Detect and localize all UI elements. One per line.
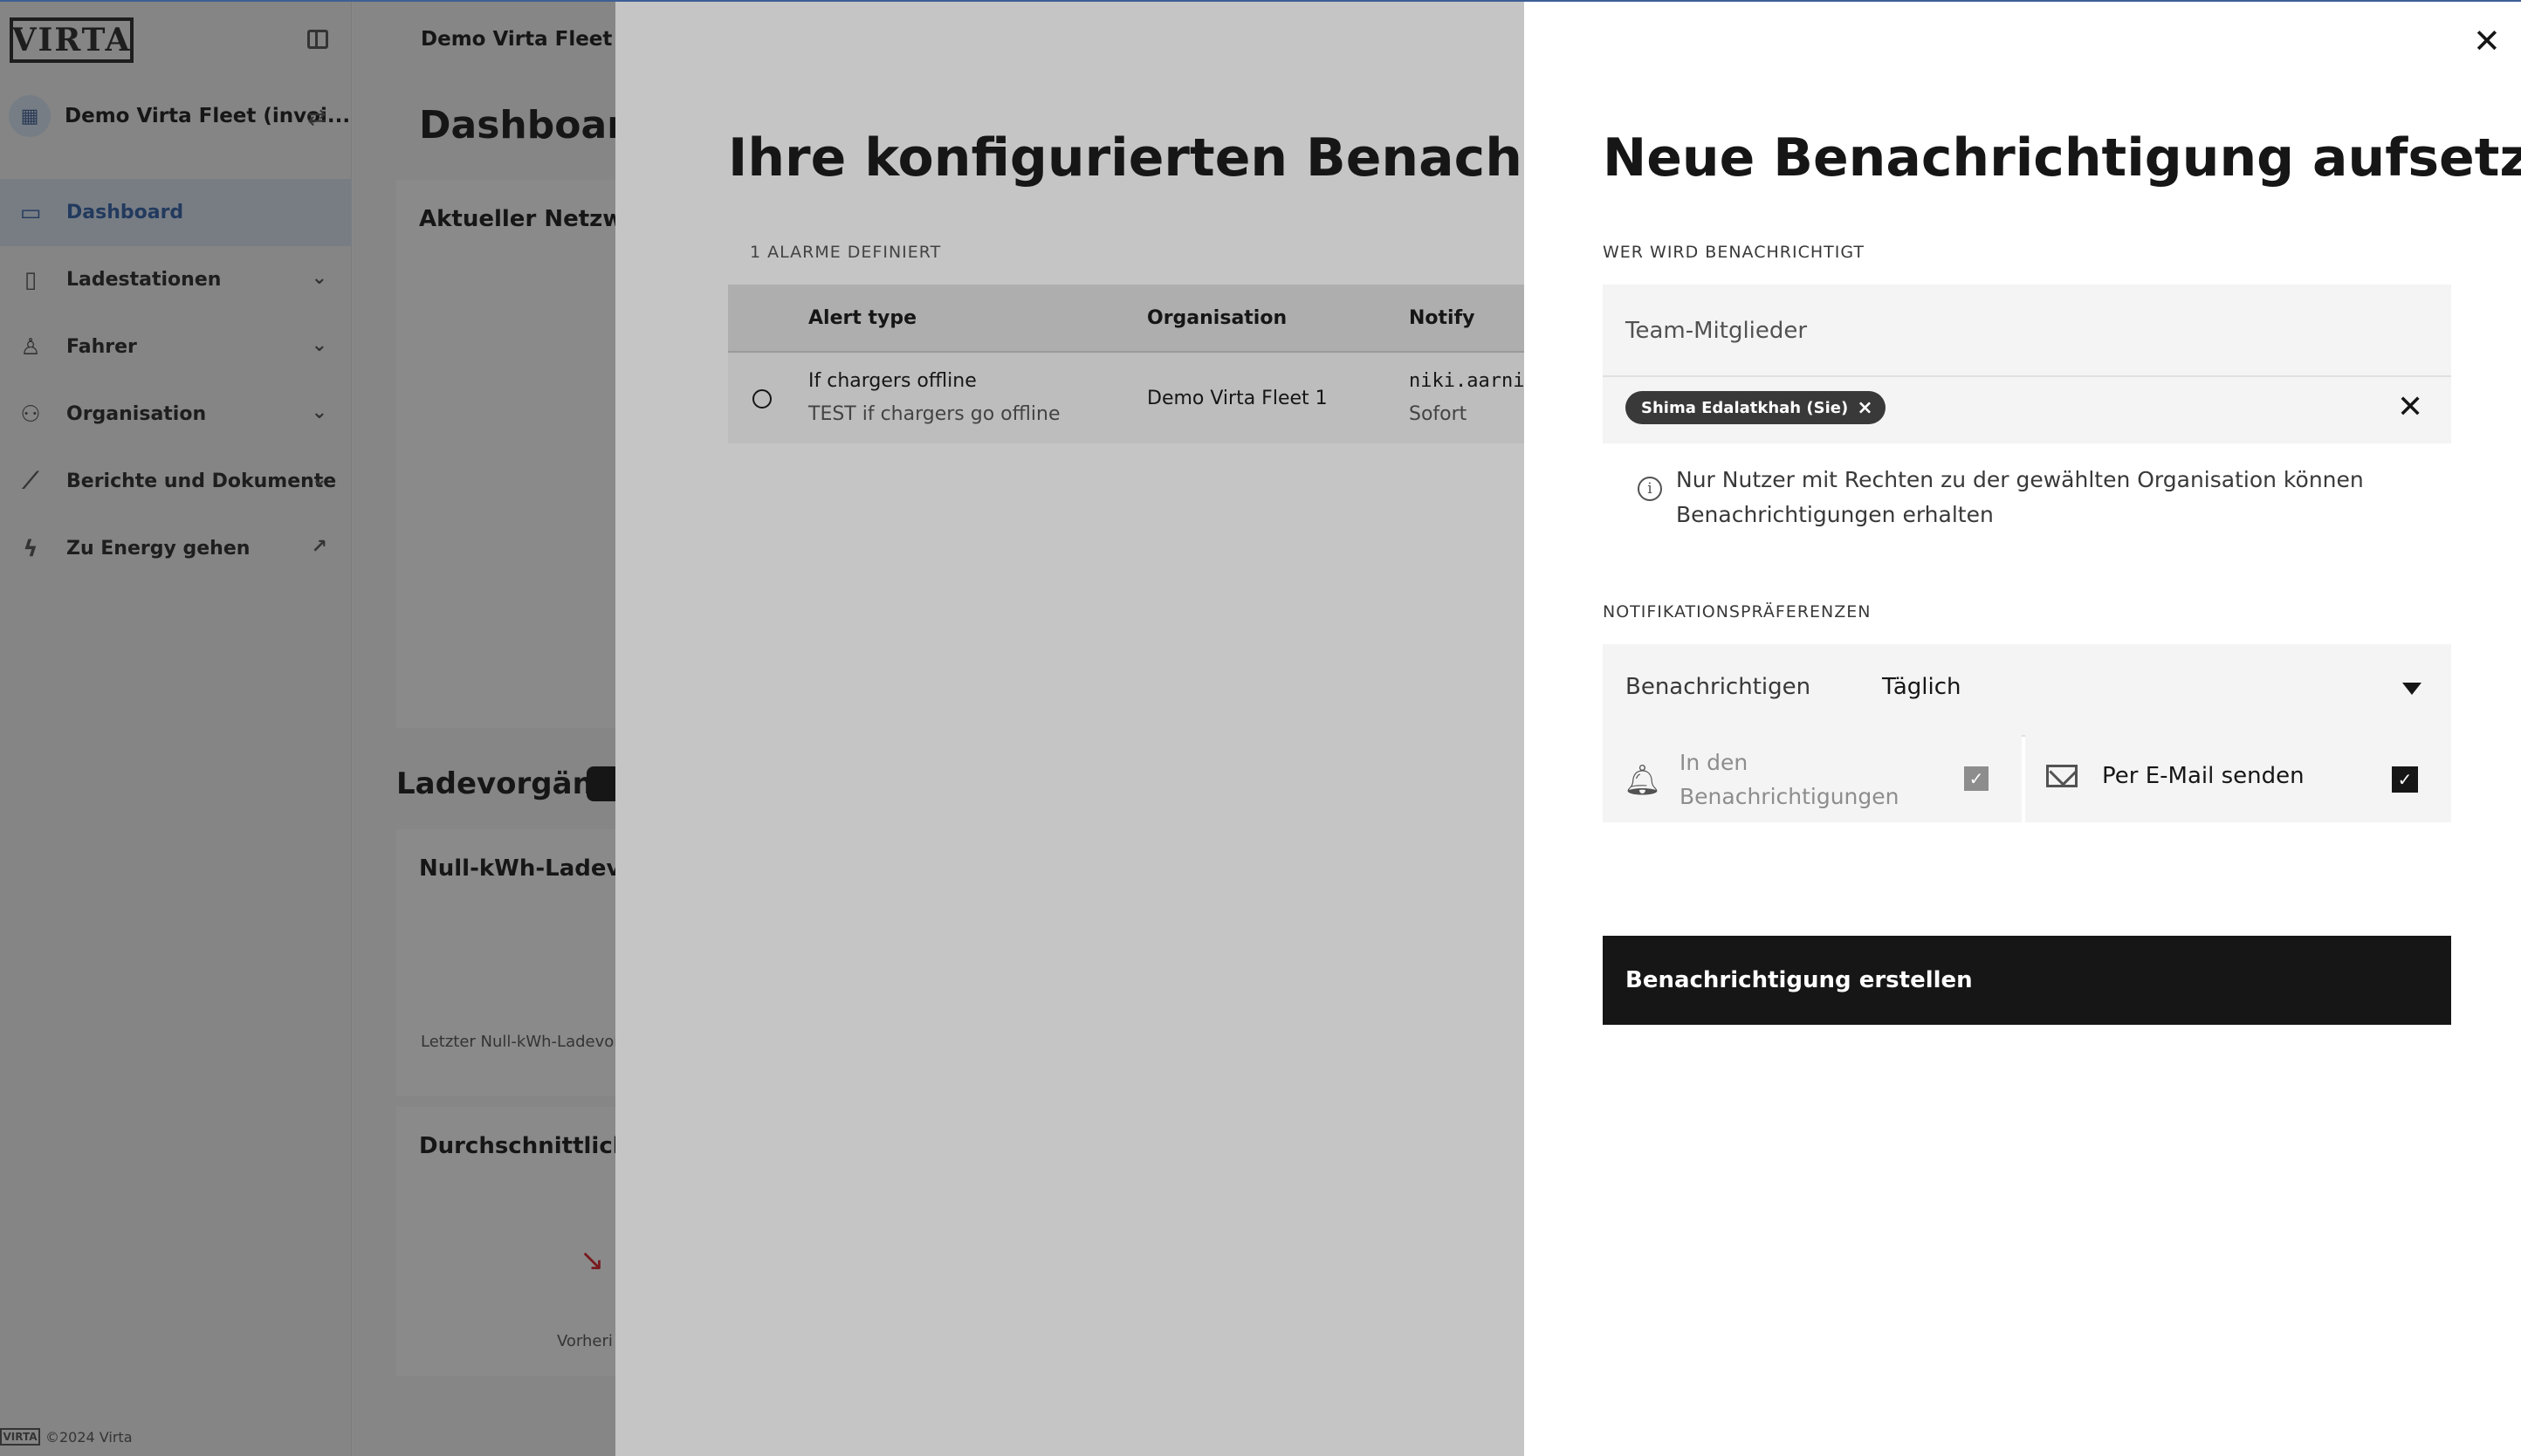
panel-dim <box>615 0 1524 1456</box>
member-tag-label: Shima Edalatkhah (Sie) <box>1641 398 1849 417</box>
team-members-field[interactable]: Team-Mitglieder Shima Edalatkhah (Sie) ×… <box>1603 285 2451 443</box>
frequency-value: Täglich <box>1882 674 1961 700</box>
close-icon[interactable]: ✕ <box>2473 24 2501 58</box>
channel-email-label: Per E-Mail senden <box>2102 763 2305 789</box>
caret-down-icon[interactable] <box>2402 683 2421 695</box>
member-tag[interactable]: Shima Edalatkhah (Sie) × <box>1625 391 1886 424</box>
bell-icon: 🔔︎ <box>1624 763 1662 798</box>
info-text: Nur Nutzer mit Rechten zu der gewählten … <box>1676 467 2364 527</box>
team-members-placeholder: Team-Mitglieder <box>1625 318 1808 344</box>
prefs-section-label: NOTIFIKATIONSPRÄFERENZEN <box>1603 602 1872 622</box>
channel-email[interactable]: Per E-Mail senden ✓ <box>2025 735 2451 822</box>
new-notification-drawer: ✕ Neue Benachrichtigung aufsetzen WER WI… <box>1524 0 2521 1456</box>
channel-in-app-label: In den Benachrichtigungen <box>1680 750 1899 809</box>
drawer-title: Neue Benachrichtigung aufsetzen <box>1603 127 2521 189</box>
in-app-checkbox[interactable]: ✓ <box>1964 766 1989 791</box>
clear-selection-icon[interactable]: ✕ <box>2397 389 2423 425</box>
create-notification-button[interactable]: Benachrichtigung erstellen <box>1603 936 2451 1025</box>
frequency-select[interactable]: Benachrichtigen Täglich <box>1603 644 2451 735</box>
info-icon: i <box>1638 477 1662 501</box>
email-checkbox[interactable]: ✓ <box>2392 766 2418 793</box>
field-divider <box>1603 375 2451 377</box>
create-button-label: Benachrichtigung erstellen <box>1625 967 1973 993</box>
frequency-label: Benachrichtigen <box>1625 674 1811 700</box>
mail-icon <box>2046 765 2078 787</box>
who-section-label: WER WIRD BENACHRICHTIGT <box>1603 243 1865 262</box>
top-accent-line <box>0 0 2521 2</box>
info-note: i Nur Nutzer mit Rechten zu der gewählte… <box>1638 463 2374 532</box>
channel-in-app[interactable]: 🔔︎ In den Benachrichtigungen ✓ <box>1603 735 2022 822</box>
remove-tag-icon[interactable]: × <box>1857 397 1872 419</box>
